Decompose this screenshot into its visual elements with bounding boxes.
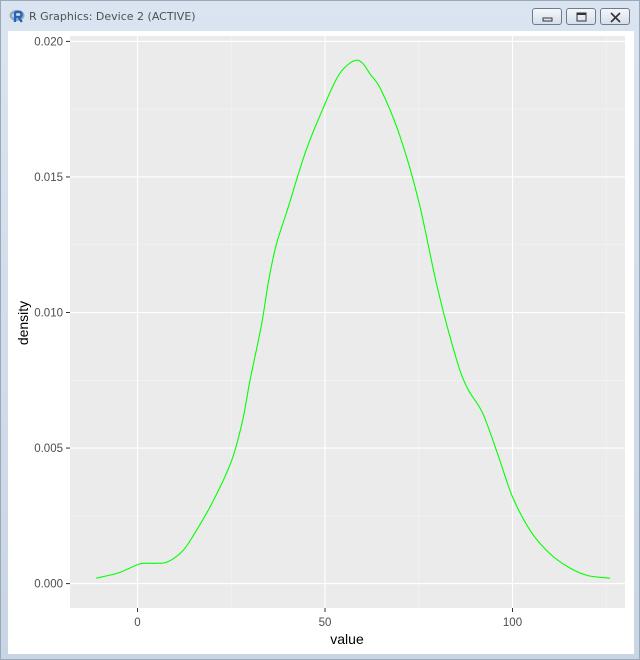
y-tick-label: 0.015 (34, 172, 63, 184)
title-bar[interactable]: R Graphics: Device 2 (ACTIVE) (1, 1, 639, 31)
x-tick-label: 100 (503, 617, 522, 629)
x-tick-label: 50 (319, 617, 332, 629)
x-tick-label: 0 (134, 617, 140, 629)
y-tick-label: 0.010 (34, 308, 63, 320)
maximize-button[interactable] (566, 8, 596, 25)
window-title: R Graphics: Device 2 (ACTIVE) (29, 10, 196, 23)
x-axis: 0 50 100 (134, 608, 522, 629)
y-tick-label: 0.005 (34, 443, 63, 455)
y-axis: 0.000 0.005 0.010 0.015 0.020 (34, 36, 70, 591)
minimize-icon (542, 17, 553, 22)
maximize-icon (576, 12, 587, 22)
plot-area: 0 50 100 0.000 0.005 0.010 0.015 0.020 value d… (8, 31, 634, 654)
plot-panel (70, 36, 625, 608)
close-icon (610, 12, 621, 23)
y-tick-label: 0.020 (34, 36, 63, 48)
close-button[interactable] (600, 8, 630, 25)
x-axis-title: value (330, 631, 364, 647)
r-logo-icon (9, 10, 25, 23)
y-axis-title: density (15, 301, 31, 345)
r-graphics-window: R Graphics: Device 2 (ACTIVE) 0 50 100 0. (0, 0, 640, 660)
y-tick-label: 0.000 (34, 579, 63, 591)
density-plot: 0 50 100 0.000 0.005 0.010 0.015 0.020 value d… (15, 36, 625, 647)
minimize-button[interactable] (532, 8, 562, 25)
